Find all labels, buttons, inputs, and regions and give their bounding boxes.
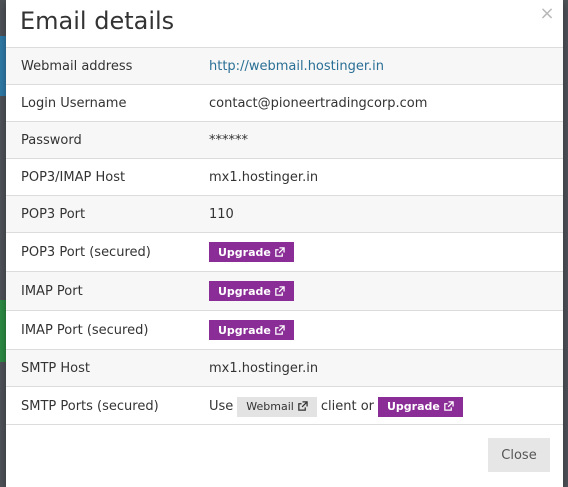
external-link-icon <box>275 324 285 335</box>
table-row: IMAP Port (secured) Upgrade <box>6 310 563 349</box>
row-label: SMTP Ports (secured) <box>21 399 159 414</box>
upgrade-button[interactable]: Upgrade <box>209 242 294 262</box>
upgrade-button-label: Upgrade <box>218 284 271 298</box>
smtp-use-text: Use <box>209 399 234 414</box>
password-value: ****** <box>209 132 248 148</box>
table-row: SMTP Ports (secured) Use Webmail client … <box>6 386 563 426</box>
external-link-icon <box>275 285 285 296</box>
row-label: IMAP Port <box>21 283 83 299</box>
upgrade-button-label: Upgrade <box>218 245 271 259</box>
smtp-host-value: mx1.hostinger.in <box>209 360 319 376</box>
row-label: Password <box>21 132 82 148</box>
row-label: POP3 Port <box>21 206 86 222</box>
smtp-client-or-text: client or <box>320 399 374 414</box>
upgrade-button-label: Upgrade <box>387 400 440 413</box>
table-row: POP3 Port 110 <box>6 195 563 232</box>
row-label: POP3 Port (secured) <box>21 244 151 260</box>
upgrade-button[interactable]: Upgrade <box>209 281 294 301</box>
row-label: Webmail address <box>21 58 133 74</box>
dialog-header: Email details × <box>6 0 563 44</box>
table-row: Login Username contact@pioneertradingcor… <box>6 84 563 121</box>
email-details-dialog: Email details × Webmail address http://w… <box>6 0 563 487</box>
close-icon[interactable]: × <box>539 5 555 23</box>
backdrop-right <box>563 0 568 487</box>
table-row: Password ****** <box>6 121 563 158</box>
table-row: Webmail address http://webmail.hostinger… <box>6 47 563 84</box>
row-label: POP3/IMAP Host <box>21 169 126 185</box>
upgrade-button-label: Upgrade <box>218 323 271 337</box>
dialog-title: Email details <box>20 7 175 35</box>
login-username-value: contact@pioneertradingcorp.com <box>209 95 428 111</box>
row-label: Login Username <box>21 95 127 111</box>
external-link-icon <box>444 401 454 411</box>
footer-divider <box>6 424 563 425</box>
close-button[interactable]: Close <box>488 438 550 472</box>
table-row: POP3/IMAP Host mx1.hostinger.in <box>6 158 563 195</box>
row-label: SMTP Host <box>21 360 90 376</box>
table-row: IMAP Port Upgrade <box>6 271 563 310</box>
external-link-icon <box>275 246 285 257</box>
pop3-port-value: 110 <box>209 206 234 222</box>
table-row: POP3 Port (secured) Upgrade <box>6 232 563 271</box>
pop-imap-host-value: mx1.hostinger.in <box>209 169 319 185</box>
table-row: SMTP Host mx1.hostinger.in <box>6 349 563 386</box>
row-label: IMAP Port (secured) <box>21 322 149 338</box>
webmail-button-label: Webmail <box>246 400 294 413</box>
upgrade-button[interactable]: Upgrade <box>378 396 463 417</box>
webmail-address-link[interactable]: http://webmail.hostinger.in <box>209 59 384 74</box>
upgrade-button[interactable]: Upgrade <box>209 320 294 340</box>
webmail-button[interactable]: Webmail <box>237 396 317 417</box>
external-link-icon <box>298 401 308 411</box>
details-table: Webmail address http://webmail.hostinger… <box>6 47 563 426</box>
